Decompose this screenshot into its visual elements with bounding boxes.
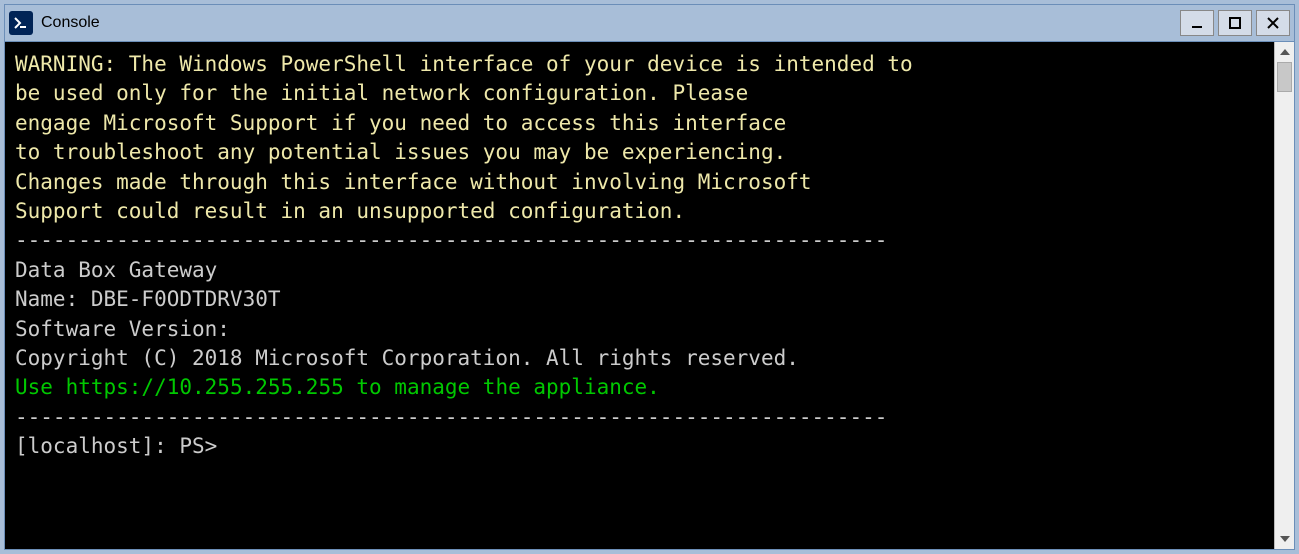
device-name: Name: DBE-F0ODTDRV30T (15, 287, 281, 311)
prompt: [localhost]: PS> (15, 434, 217, 458)
separator-line: ----------------------------------------… (15, 228, 887, 252)
scroll-track[interactable] (1275, 62, 1294, 529)
scroll-up-arrow-icon[interactable] (1275, 42, 1294, 62)
console-window: Console WARNING: The Windows PowerShell … (4, 4, 1295, 550)
scroll-down-arrow-icon[interactable] (1275, 529, 1294, 549)
powershell-icon (9, 11, 33, 35)
vertical-scrollbar[interactable] (1274, 42, 1294, 549)
console-body: WARNING: The Windows PowerShell interfac… (5, 41, 1294, 549)
copyright-line: Copyright (C) 2018 Microsoft Corporation… (15, 346, 799, 370)
manage-url-line: Use https://10.255.255.255 to manage the… (15, 375, 660, 399)
separator-line: ----------------------------------------… (15, 405, 887, 429)
maximize-button[interactable] (1218, 10, 1252, 36)
console-output[interactable]: WARNING: The Windows PowerShell interfac… (5, 42, 1274, 549)
software-version: Software Version: (15, 317, 230, 341)
window-controls (1180, 10, 1290, 36)
scroll-thumb[interactable] (1277, 62, 1292, 92)
warning-text: WARNING: The Windows PowerShell interfac… (15, 52, 913, 223)
window-title: Console (41, 14, 1180, 32)
minimize-button[interactable] (1180, 10, 1214, 36)
titlebar: Console (5, 5, 1294, 41)
close-button[interactable] (1256, 10, 1290, 36)
product-name: Data Box Gateway (15, 258, 217, 282)
